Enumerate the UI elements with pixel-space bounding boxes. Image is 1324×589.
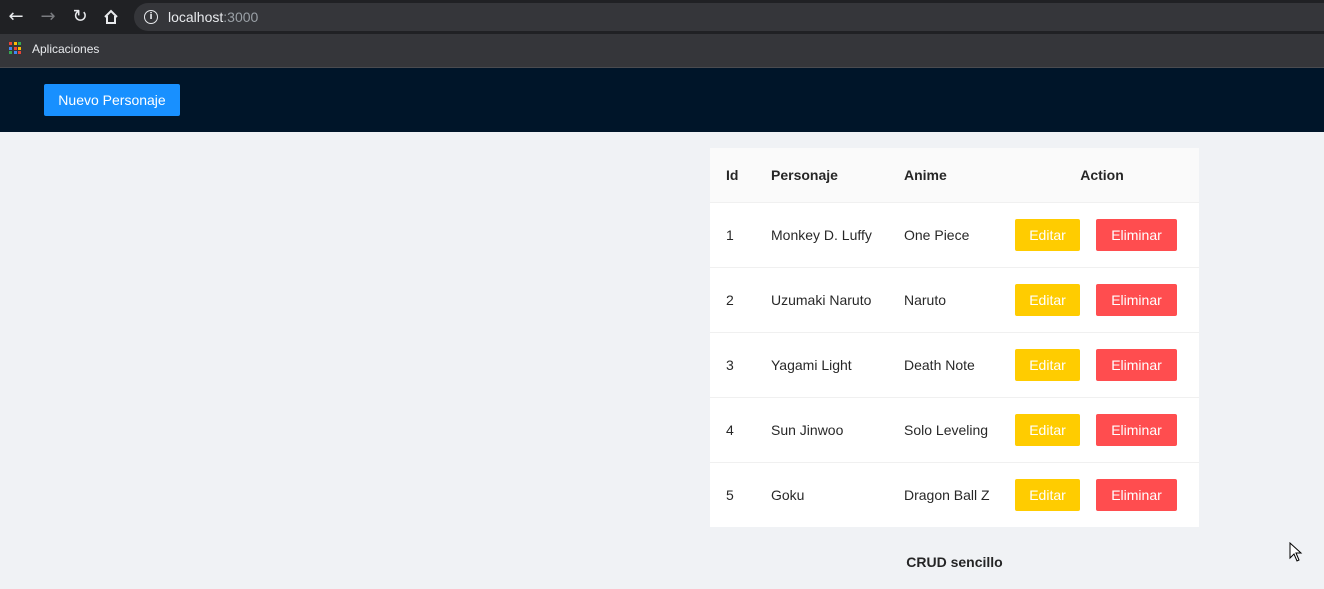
table-row: 4 Sun Jinwoo Solo Leveling Editar Elimina… bbox=[710, 397, 1199, 463]
cell-id: 4 bbox=[710, 397, 755, 463]
address-bar[interactable]: i localhost:3000 bbox=[134, 3, 1324, 31]
footer-text: CRUD sencillo bbox=[906, 554, 1003, 570]
new-character-button[interactable]: Nuevo Personaje bbox=[44, 84, 180, 116]
cell-anime: One Piece bbox=[888, 202, 1005, 268]
apps-grid-icon[interactable] bbox=[9, 42, 21, 54]
reload-icon[interactable]: ↻ bbox=[70, 7, 90, 27]
apps-grid-dot bbox=[18, 46, 21, 50]
apps-grid-dot bbox=[18, 51, 21, 54]
column-header-anime: Anime bbox=[888, 148, 1005, 203]
cell-personaje: Uzumaki Naruto bbox=[755, 267, 888, 333]
cell-personaje: Goku bbox=[771, 486, 805, 503]
column-header-id: Id bbox=[710, 148, 755, 203]
home-icon[interactable] bbox=[101, 7, 121, 27]
delete-button[interactable]: Eliminar bbox=[1096, 218, 1177, 251]
cell-anime: Dragon Ball Z bbox=[904, 486, 990, 503]
cell-anime: Solo Leveling bbox=[888, 397, 1005, 463]
url-host: localhost bbox=[168, 9, 224, 25]
cell-personaje: Yagami Light bbox=[755, 332, 888, 398]
edit-button[interactable]: Editar bbox=[1015, 218, 1080, 251]
table-row: 5 Goku Dragon Ball Z Editar Eliminar bbox=[710, 462, 1199, 527]
cell-actions: Editar Eliminar bbox=[1005, 267, 1199, 333]
url-text[interactable]: localhost:3000 bbox=[168, 9, 258, 25]
cell-anime: Death Note bbox=[888, 332, 1005, 398]
cell-id: 1 bbox=[710, 202, 755, 268]
apps-grid-dot bbox=[13, 42, 17, 45]
table-row: 3 Yagami Light Death Note Editar Eliminar bbox=[710, 332, 1199, 398]
delete-button[interactable]: Eliminar bbox=[1096, 348, 1177, 381]
column-header-personaje: Personaje bbox=[755, 148, 888, 203]
table-row: 1 Monkey D. Luffy One Piece Editar Elimin… bbox=[710, 202, 1199, 268]
cell-id: 2 bbox=[710, 267, 755, 333]
cell-actions: Editar Eliminar bbox=[1005, 462, 1199, 527]
table-header-row: Id Personaje Anime Action bbox=[710, 148, 1199, 203]
apps-grid-dot bbox=[18, 42, 21, 45]
column-header-action: Action bbox=[1005, 148, 1199, 203]
edit-button[interactable]: Editar bbox=[1015, 348, 1080, 381]
apps-grid-dot bbox=[9, 46, 12, 50]
cell-personaje: Monkey D. Luffy bbox=[755, 202, 888, 268]
apps-grid-dot bbox=[13, 46, 17, 50]
apps-grid-dot bbox=[9, 42, 12, 45]
apps-grid-dot bbox=[9, 51, 12, 54]
app-header: Nuevo Personaje bbox=[0, 68, 1324, 132]
apps-grid-dot bbox=[13, 51, 17, 54]
cell-actions: Editar Eliminar bbox=[1005, 332, 1199, 398]
table-row: 2 Uzumaki Naruto Naruto Editar Eliminar bbox=[710, 267, 1199, 333]
site-info-icon[interactable]: i bbox=[144, 10, 158, 24]
url-port: :3000 bbox=[223, 9, 259, 25]
bookmark-aplicaciones[interactable]: Aplicaciones bbox=[32, 42, 99, 56]
cell-actions: Editar Eliminar bbox=[1005, 202, 1199, 268]
cell-id: 3 bbox=[710, 332, 755, 398]
edit-button[interactable]: Editar bbox=[1015, 283, 1080, 316]
bookmarks-bar: Aplicaciones bbox=[0, 34, 1324, 68]
delete-button[interactable]: Eliminar bbox=[1096, 413, 1177, 446]
browser-toolbar: ← → ↻ i localhost:3000 bbox=[0, 0, 1324, 34]
delete-button[interactable]: Eliminar bbox=[1096, 283, 1177, 316]
characters-table: Id Personaje Anime Action 1 Monkey D. Lu… bbox=[710, 148, 1199, 527]
forward-arrow-icon[interactable]: → bbox=[38, 7, 58, 27]
cell-personaje: Sun Jinwoo bbox=[755, 397, 888, 463]
cell-anime: Naruto bbox=[888, 267, 1005, 333]
delete-button[interactable]: Eliminar bbox=[1096, 478, 1177, 511]
edit-button[interactable]: Editar bbox=[1015, 413, 1080, 446]
cell-id: 5 bbox=[726, 486, 734, 503]
cell-actions: Editar Eliminar bbox=[1005, 397, 1199, 463]
edit-button[interactable]: Editar bbox=[1015, 478, 1080, 511]
back-arrow-icon[interactable]: ← bbox=[6, 7, 26, 27]
